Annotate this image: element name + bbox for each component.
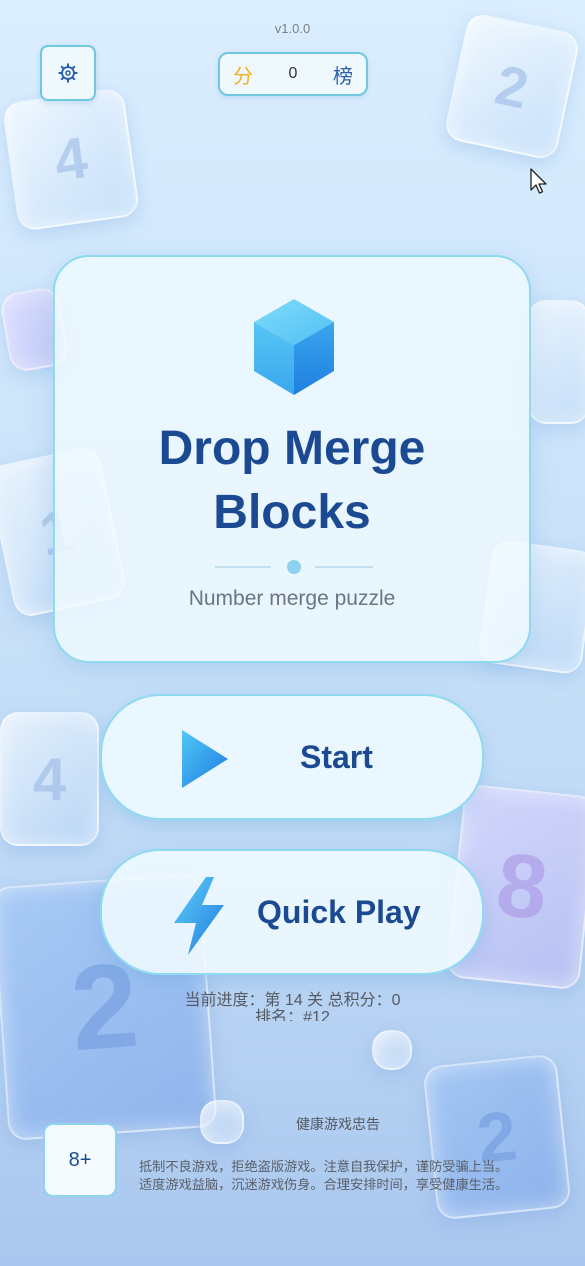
play-icon xyxy=(182,730,228,788)
start-button[interactable]: Start xyxy=(100,694,484,820)
health-notice-title: 健康游戏忠告 xyxy=(296,1116,380,1132)
progress-level-score: 当前进度：第 14 关 总积分：0 xyxy=(184,992,401,1007)
quick-play-button[interactable]: Quick Play xyxy=(100,849,484,975)
score-label: 分 xyxy=(233,65,253,88)
game-title: Drop Merge Blocks xyxy=(158,422,426,539)
age-rating-badge: 8+ xyxy=(43,1123,117,1197)
progress-info: 当前进度：第 14 关 总积分：0 排名：#12 xyxy=(0,990,585,1021)
game-subtitle: Number merge puzzle xyxy=(188,587,396,610)
gear-icon xyxy=(58,63,78,83)
background-cube xyxy=(372,1030,412,1070)
lightning-icon xyxy=(174,877,224,955)
health-notice-line: 适度游戏益脑，沉迷游戏伤身。合理安排时间，享受健康生活。 xyxy=(139,1177,509,1192)
score-value: 0 xyxy=(288,65,298,82)
divider xyxy=(55,559,529,574)
leaderboard-label: 榜 xyxy=(333,65,353,88)
title-card: Drop Merge Blocks Number merge puzzle xyxy=(53,255,531,663)
background-cube: 2 xyxy=(422,1053,572,1221)
start-button-label: Start xyxy=(300,738,373,775)
background-cube: 4 xyxy=(1,87,141,232)
progress-rank: 排名：#12 xyxy=(255,1009,330,1021)
settings-button[interactable] xyxy=(40,45,96,101)
cube-logo-icon xyxy=(254,299,334,395)
version-label: v1.0.0 xyxy=(274,21,311,36)
quick-play-button-label: Quick Play xyxy=(257,893,421,930)
mouse-cursor-icon xyxy=(530,168,547,194)
score-leaderboard-button[interactable]: 分 0 榜 xyxy=(218,52,368,96)
health-notice-line: 抵制不良游戏，拒绝盗版游戏。注意自我保护，谨防受骗上当。 xyxy=(139,1159,509,1174)
background-cube xyxy=(200,1100,244,1144)
background-cube: 4 xyxy=(0,712,99,846)
background-cube xyxy=(528,300,585,424)
